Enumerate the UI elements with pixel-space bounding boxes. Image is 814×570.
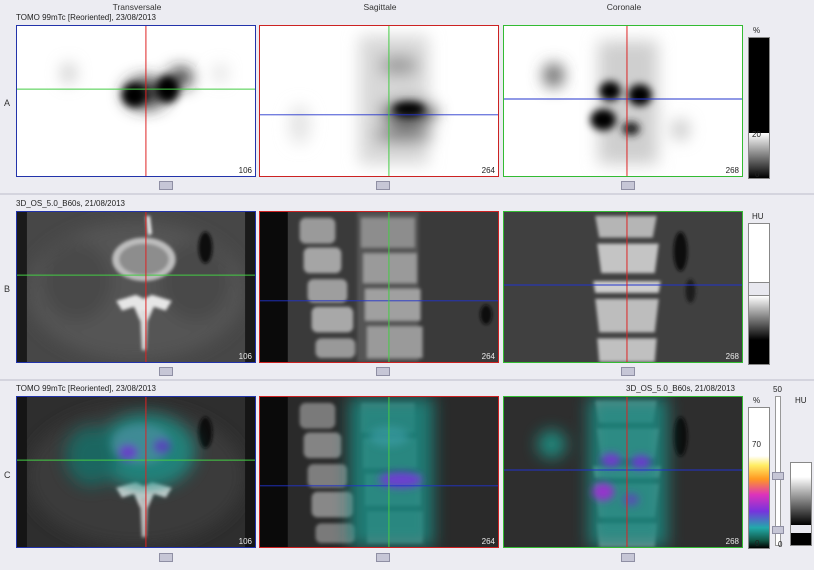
panel-a-sagittal[interactable]: 264 [259, 25, 499, 177]
scale-a-low-value: 0 [755, 170, 760, 179]
scale-b-unit: HU [752, 212, 764, 221]
slice-number-a-sagittal: 264 [480, 166, 496, 175]
scale-c-unit-pct: % [753, 396, 761, 405]
scale-c-unit-hu: HU [795, 396, 807, 405]
slice-number-a-transversal: 106 [237, 166, 253, 175]
slider-thumb-a-sagittal[interactable] [376, 181, 390, 190]
slider-thumb-c-coronal[interactable] [621, 553, 635, 562]
row-b-letter: B [4, 284, 11, 294]
slice-number-b-transversal: 106 [238, 352, 252, 361]
slice-number-a-coronal: 268 [724, 166, 740, 175]
scale-c-low-value: 0 [755, 539, 760, 548]
scale-c-colorbar-spect[interactable] [748, 407, 770, 549]
slider-thumb-b-coronal[interactable] [621, 367, 635, 376]
slice-number-b-coronal: 268 [725, 352, 739, 361]
row-a-letter: A [4, 98, 11, 108]
panel-a-coronal[interactable]: 268 [503, 25, 743, 177]
slider-thumb-a-transversal[interactable] [159, 181, 173, 190]
slice-number-b-sagittal: 264 [481, 352, 495, 361]
slider-thumb-c-transversal[interactable] [159, 553, 173, 562]
slider-thumb-b-transversal[interactable] [159, 367, 173, 376]
row-c-letter: C [4, 470, 11, 480]
panel-a-transversal[interactable]: 106 [16, 25, 256, 177]
panel-c-sagittal[interactable]: 264 [259, 396, 499, 548]
fusion-blend-thumb-low[interactable] [772, 526, 784, 534]
row-a-caption: TOMO 99mTc [Reoriented], 23/08/2013 [16, 13, 156, 22]
slider-thumb-b-sagittal[interactable] [376, 367, 390, 376]
fusion-blend-track[interactable] [775, 396, 781, 546]
row-separator-bc [0, 379, 814, 381]
slider-thumb-c-sagittal[interactable] [376, 553, 390, 562]
scale-a-colorbar[interactable] [748, 37, 770, 179]
scale-a-unit: % [753, 26, 761, 35]
slice-number-c-transversal: 106 [238, 537, 252, 546]
column-header-sagittal: Sagittale [363, 2, 397, 12]
row-b-caption: 3D_OS_5.0_B60s, 21/08/2013 [16, 199, 125, 208]
panel-c-coronal[interactable]: 268 [503, 396, 743, 548]
scale-c-top-value: 50 [773, 385, 782, 394]
fusion-blend-thumb[interactable] [772, 472, 784, 480]
column-header-coronal: Coronale [606, 2, 642, 12]
panel-c-transversal[interactable]: 106 [16, 396, 256, 548]
panel-b-sagittal[interactable]: 264 [259, 211, 499, 363]
scale-c-mid-value: 70 [752, 440, 761, 449]
scale-c-low-ct-value: 0 [778, 540, 783, 549]
scale-c-colorbar-ct[interactable] [790, 462, 812, 546]
scale-a-mid-value: 20 [752, 130, 761, 139]
row-c-caption-left: TOMO 99mTc [Reoriented], 23/08/2013 [16, 384, 156, 393]
panel-b-coronal[interactable]: 268 [503, 211, 743, 363]
scale-b-colorbar[interactable] [748, 223, 770, 365]
row-separator-ab [0, 193, 814, 195]
row-c-caption-right: 3D_OS_5.0_B60s, 21/08/2013 [626, 384, 735, 393]
slice-number-c-sagittal: 264 [481, 537, 495, 546]
slider-thumb-a-coronal[interactable] [621, 181, 635, 190]
panel-b-transversal[interactable]: 106 [16, 211, 256, 363]
slice-number-c-coronal: 268 [725, 537, 739, 546]
column-header-transversal: Transversale [112, 2, 162, 12]
